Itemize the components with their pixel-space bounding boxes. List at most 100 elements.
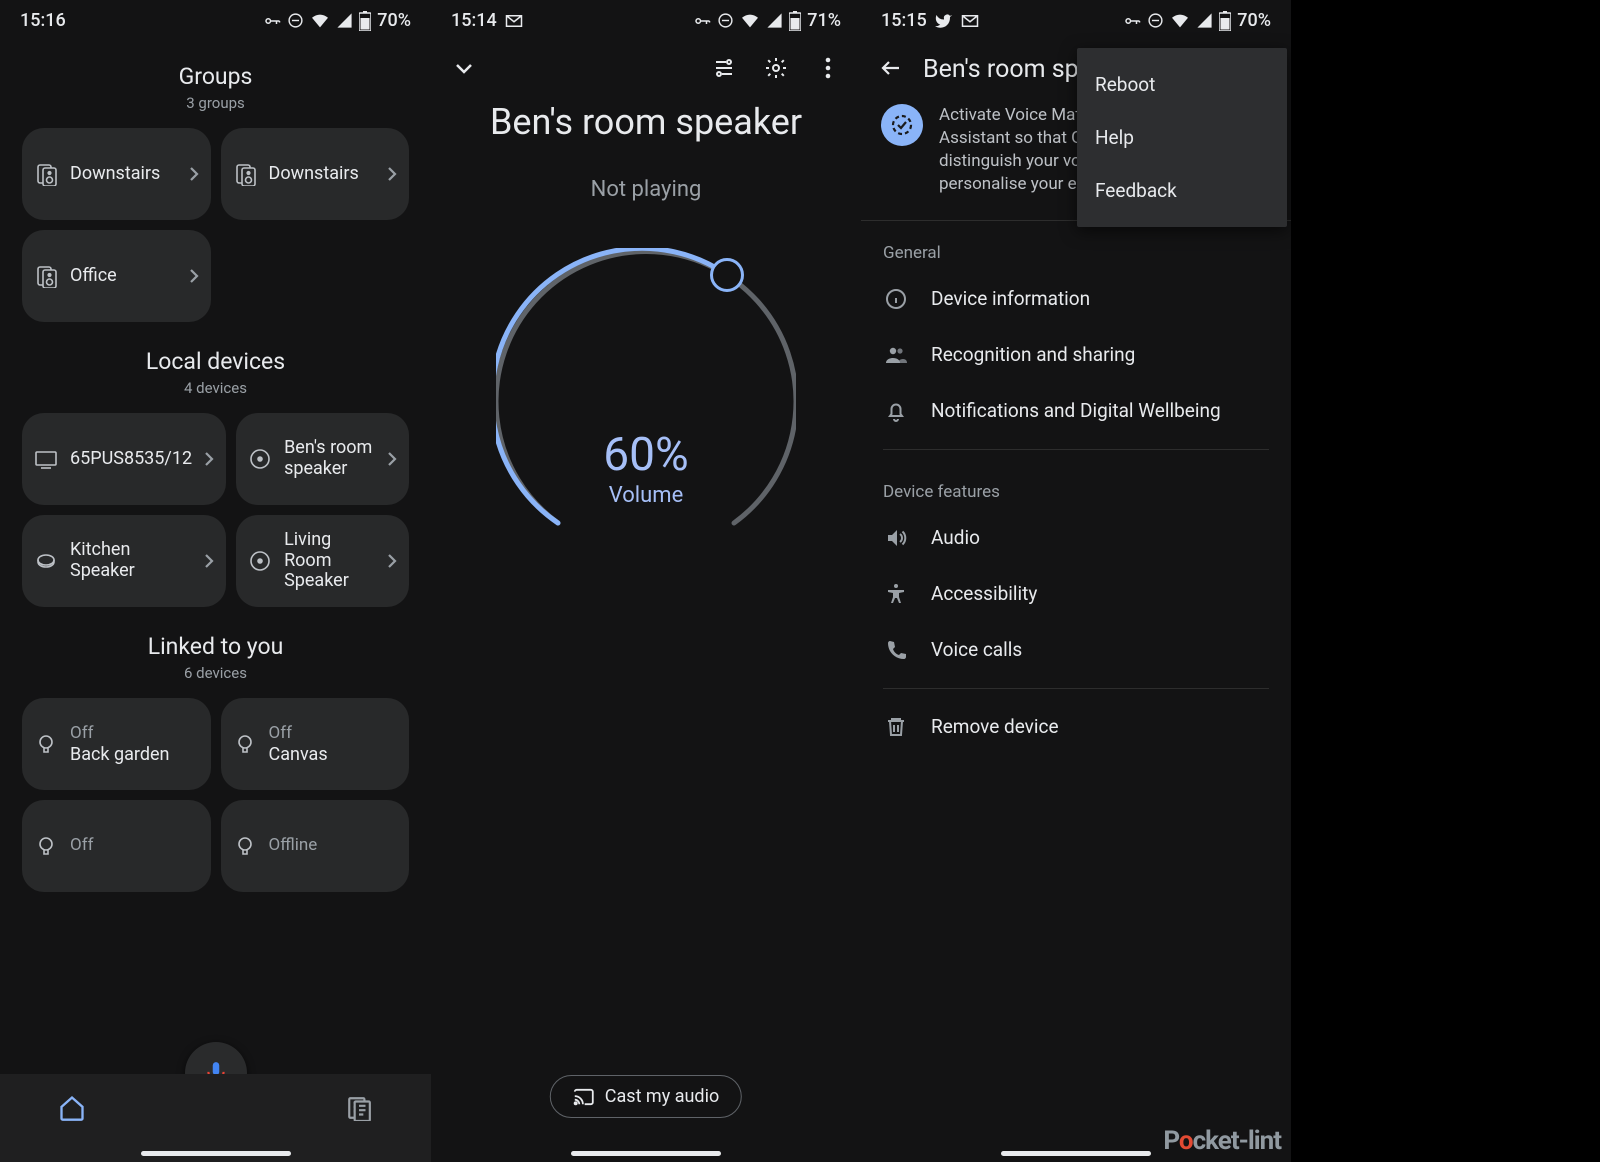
volume-thumb[interactable] (710, 258, 744, 292)
device-card-back-garden[interactable]: Off Back garden (22, 698, 211, 790)
row-voice-calls[interactable]: Voice calls (861, 622, 1291, 678)
vpn-key-icon (263, 12, 281, 30)
cast-audio-button[interactable]: Cast my audio (550, 1075, 742, 1118)
features-section-label: Device features (861, 460, 1291, 510)
more-button[interactable] (813, 53, 843, 83)
people-icon (883, 342, 909, 368)
row-remove-device[interactable]: Remove device (861, 699, 1291, 755)
dnd-icon (717, 12, 734, 29)
status-battery: 71% (807, 10, 841, 31)
accessibility-icon (883, 581, 909, 607)
menu-feedback[interactable]: Feedback (1077, 164, 1287, 217)
row-label: Audio (931, 526, 980, 549)
chevron-right-icon (189, 268, 199, 284)
mini-speaker-icon (248, 549, 272, 573)
chevron-right-icon (204, 553, 214, 569)
speaker-group-icon (233, 162, 257, 186)
chevron-right-icon (387, 451, 397, 467)
row-label: Remove device (931, 715, 1059, 738)
row-device-information[interactable]: Device information (861, 271, 1291, 327)
row-notifications-wellbeing[interactable]: Notifications and Digital Wellbeing (861, 383, 1291, 439)
card-label: Downstairs (70, 164, 177, 185)
back-button[interactable] (879, 56, 903, 84)
mini-speaker-icon (248, 447, 272, 471)
card-label: 65PUS8535/12 (70, 449, 192, 470)
battery-icon (359, 11, 371, 31)
status-time: 15:14 (451, 10, 497, 31)
nav-activity-button[interactable] (339, 1088, 379, 1128)
audio-icon (883, 525, 909, 551)
light-icon (34, 732, 58, 756)
group-card-downstairs-2[interactable]: Downstairs (221, 128, 410, 220)
wifi-icon (1170, 13, 1190, 29)
nav-handle[interactable] (141, 1151, 291, 1156)
chevron-right-icon (189, 166, 199, 182)
home-pane: 15:16 70% Groups 3 groups Downstairs Dow… (0, 0, 431, 1162)
card-status: Off (70, 723, 199, 743)
group-card-office[interactable]: Office (22, 230, 211, 322)
card-label: Kitchen Speaker (70, 540, 192, 581)
row-accessibility[interactable]: Accessibility (861, 566, 1291, 622)
wifi-icon (310, 13, 330, 29)
device-card-off[interactable]: Off (22, 800, 211, 892)
menu-reboot[interactable]: Reboot (1077, 58, 1287, 111)
player-title: Ben's room speaker (431, 101, 861, 143)
linked-header: Linked to you 6 devices (0, 633, 431, 682)
group-card-downstairs[interactable]: Downstairs (22, 128, 211, 220)
groups-header: Groups 3 groups (0, 63, 431, 112)
card-label: Office (70, 266, 177, 287)
nav-home-button[interactable] (52, 1088, 92, 1128)
light-icon (233, 834, 257, 858)
voice-match-icon (881, 104, 923, 146)
device-card-living-speaker[interactable]: Living Room Speaker (236, 515, 409, 607)
signal-icon (336, 12, 353, 29)
status-battery: 70% (1237, 10, 1271, 31)
linked-title: Linked to you (0, 633, 431, 660)
gmail-icon (961, 14, 979, 28)
device-card-kitchen-speaker[interactable]: Kitchen Speaker (22, 515, 226, 607)
device-card-offline[interactable]: Offline (221, 800, 410, 892)
row-label: Recognition and sharing (931, 343, 1135, 366)
card-status: Offline (269, 835, 398, 855)
menu-help[interactable]: Help (1077, 111, 1287, 164)
trash-icon (883, 714, 909, 740)
row-recognition-sharing[interactable]: Recognition and sharing (861, 327, 1291, 383)
dnd-icon (287, 12, 304, 29)
collapse-button[interactable] (449, 53, 479, 83)
mini-speaker-icon (34, 549, 58, 573)
chevron-right-icon (387, 553, 397, 569)
status-bar: 15:15 70% (861, 0, 1291, 37)
device-card-canvas[interactable]: Off Canvas (221, 698, 410, 790)
vpn-key-icon (693, 12, 711, 30)
nav-handle[interactable] (1001, 1151, 1151, 1156)
card-label: Downstairs (269, 164, 376, 185)
linked-count: 6 devices (0, 664, 431, 682)
volume-label: Volume (496, 483, 796, 508)
equalizer-button[interactable] (709, 53, 739, 83)
overflow-menu: Reboot Help Feedback (1077, 48, 1287, 227)
card-status: Off (269, 723, 398, 743)
vpn-key-icon (1123, 12, 1141, 30)
info-icon (883, 286, 909, 312)
bottom-nav (0, 1074, 431, 1162)
chevron-right-icon (204, 451, 214, 467)
gmail-icon (505, 14, 523, 28)
row-label: Device information (931, 287, 1090, 310)
volume-dial[interactable]: 60% Volume (496, 248, 796, 558)
signal-icon (766, 12, 783, 29)
settings-button[interactable] (761, 53, 791, 83)
status-bar: 15:14 71% (431, 0, 861, 37)
divider (883, 449, 1269, 450)
device-card-bens-speaker[interactable]: Ben's room speaker (236, 413, 409, 505)
local-title: Local devices (0, 348, 431, 375)
card-label: Back garden (70, 745, 199, 766)
device-card-tv[interactable]: 65PUS8535/12 (22, 413, 226, 505)
local-header: Local devices 4 devices (0, 348, 431, 397)
row-audio[interactable]: Audio (861, 510, 1291, 566)
nav-handle[interactable] (571, 1151, 721, 1156)
groups-title: Groups (0, 63, 431, 90)
dnd-icon (1147, 12, 1164, 29)
row-label: Notifications and Digital Wellbeing (931, 399, 1221, 422)
speaker-group-icon (34, 264, 58, 288)
status-time: 15:15 (881, 10, 927, 31)
